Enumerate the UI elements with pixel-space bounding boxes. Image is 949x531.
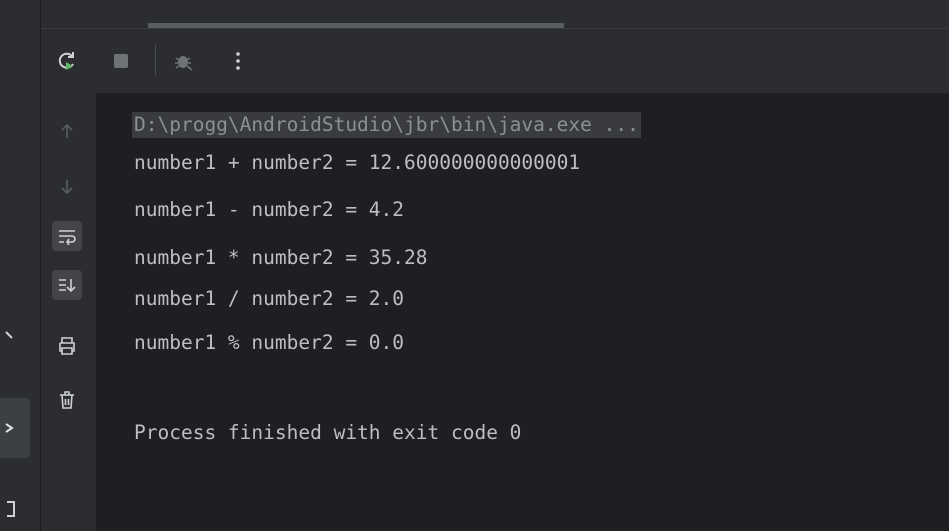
console-output[interactable]: D:\progg\AndroidStudio\jbr\bin\java.exe … [96,93,949,531]
more-vertical-icon [236,52,240,70]
scroll-to-end-icon [59,279,76,293]
more-options-button[interactable] [224,47,252,75]
print-button[interactable] [52,331,82,361]
stop-button[interactable] [107,47,135,75]
rerun-button[interactable] [53,47,81,75]
clear-all-button[interactable] [52,385,82,415]
arrow-up-icon [61,123,73,138]
console-command-line[interactable]: D:\progg\AndroidStudio\jbr\bin\java.exe … [132,112,641,138]
stop-icon [114,54,128,68]
console-line: number1 + number2 = 12.600000000000001 [134,151,581,174]
run-tool-tab[interactable] [0,398,30,458]
process-exit-message: Process finished with exit code 0 [134,421,522,444]
run-icon [5,423,14,433]
tab-scrollbar[interactable] [148,23,564,28]
console-line: number1 / number2 = 2.0 [134,287,405,310]
build-icon[interactable] [4,500,18,521]
arrow-down-icon [61,180,73,195]
previous-occurrence-button[interactable] [52,116,82,146]
console-line: number1 % number2 = 0.0 [134,331,405,354]
hammer-icon[interactable] [4,330,16,347]
tab-bar [41,0,949,29]
console-line: number1 - number2 = 4.2 [134,198,405,221]
run-tool-window: D:\progg\AndroidStudio\jbr\bin\java.exe … [0,0,949,531]
print-icon [59,337,75,355]
debug-icon [175,56,193,71]
console-line: number1 * number2 = 35.28 [134,246,428,269]
soft-wrap-button[interactable] [52,221,82,251]
run-toolbar [41,29,949,93]
rerun-icon [58,52,74,70]
left-tool-strip [0,0,41,531]
console-gutter [41,93,96,531]
toolbar-separator [155,45,156,75]
debug-button[interactable] [169,47,197,75]
soft-wrap-icon [59,230,76,245]
scroll-to-end-button[interactable] [52,270,82,300]
next-occurrence-button[interactable] [52,172,82,202]
trash-icon [60,391,74,409]
